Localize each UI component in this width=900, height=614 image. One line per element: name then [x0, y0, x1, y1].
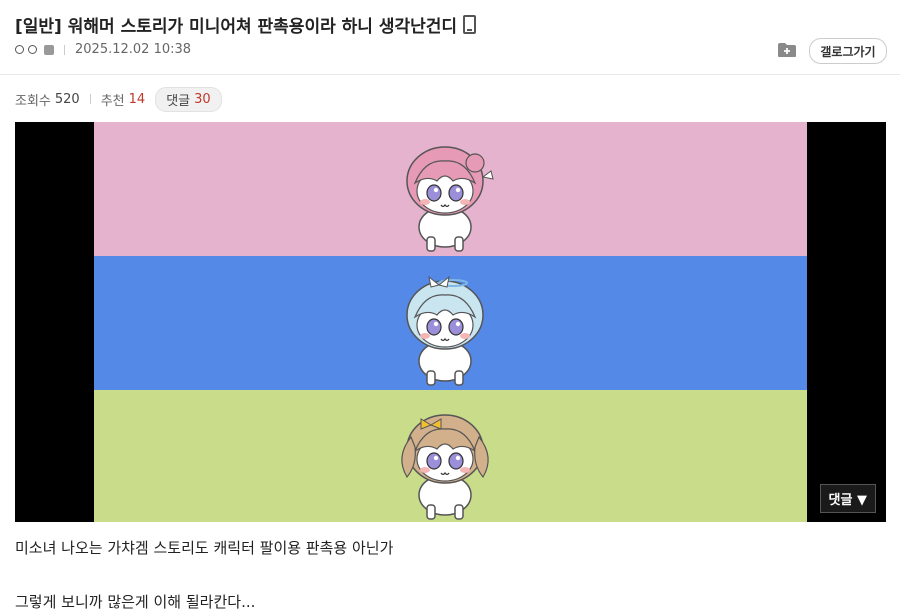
reply-overlay-label: 댓글 ▼	[828, 493, 867, 508]
post-title: [일반] 워해머 스토리가 미니어쳐 판촉용이라 하니 생각난건디	[15, 17, 458, 37]
reply-overlay-button[interactable]: 댓글 ▼	[819, 484, 876, 513]
nick-circle-icon	[28, 45, 37, 54]
recommend-label: 추천	[100, 93, 125, 109]
post-date: 2025.12.02 10:38	[75, 42, 192, 57]
post-meta: 2025.12.02 10:38	[15, 42, 191, 57]
divider	[64, 44, 65, 55]
nick-circle-icon	[15, 45, 24, 54]
reply-count: 30	[194, 91, 211, 107]
user-badge-icon	[44, 44, 54, 55]
mobile-phone-icon	[463, 15, 477, 34]
post-title-row: [일반] 워해머 스토리가 미니어쳐 판촉용이라 하니 생각난건디	[15, 12, 477, 37]
folder-add-icon[interactable]	[777, 42, 797, 58]
reply-count-button[interactable]: 댓글 30	[155, 86, 222, 112]
reply-label: 댓글	[166, 93, 191, 109]
recommend-count: 14	[128, 91, 146, 107]
views-label: 조회수	[15, 93, 51, 109]
post-header: [일반] 워해머 스토리가 미니어쳐 판촉용이라 하니 생각난건디 2025.1…	[0, 0, 900, 75]
post-image-canvas	[94, 122, 807, 522]
post-image[interactable]: 댓글 ▼	[15, 122, 886, 522]
post-body-line: 미소녀 나오는 가챠겜 스토리도 캐릭터 팔이용 판촉용 아닌가	[15, 539, 394, 557]
post-stats: 조회수 520 추천 14 댓글 30	[15, 86, 222, 112]
divider	[89, 94, 91, 104]
author-nickname[interactable]	[15, 44, 54, 55]
post-body-line: 그렇게 보니까 많은게 이해 될라칸다...	[15, 593, 256, 611]
views-count: 520	[54, 91, 80, 107]
gallog-button[interactable]: 갤로그가기	[809, 38, 887, 64]
